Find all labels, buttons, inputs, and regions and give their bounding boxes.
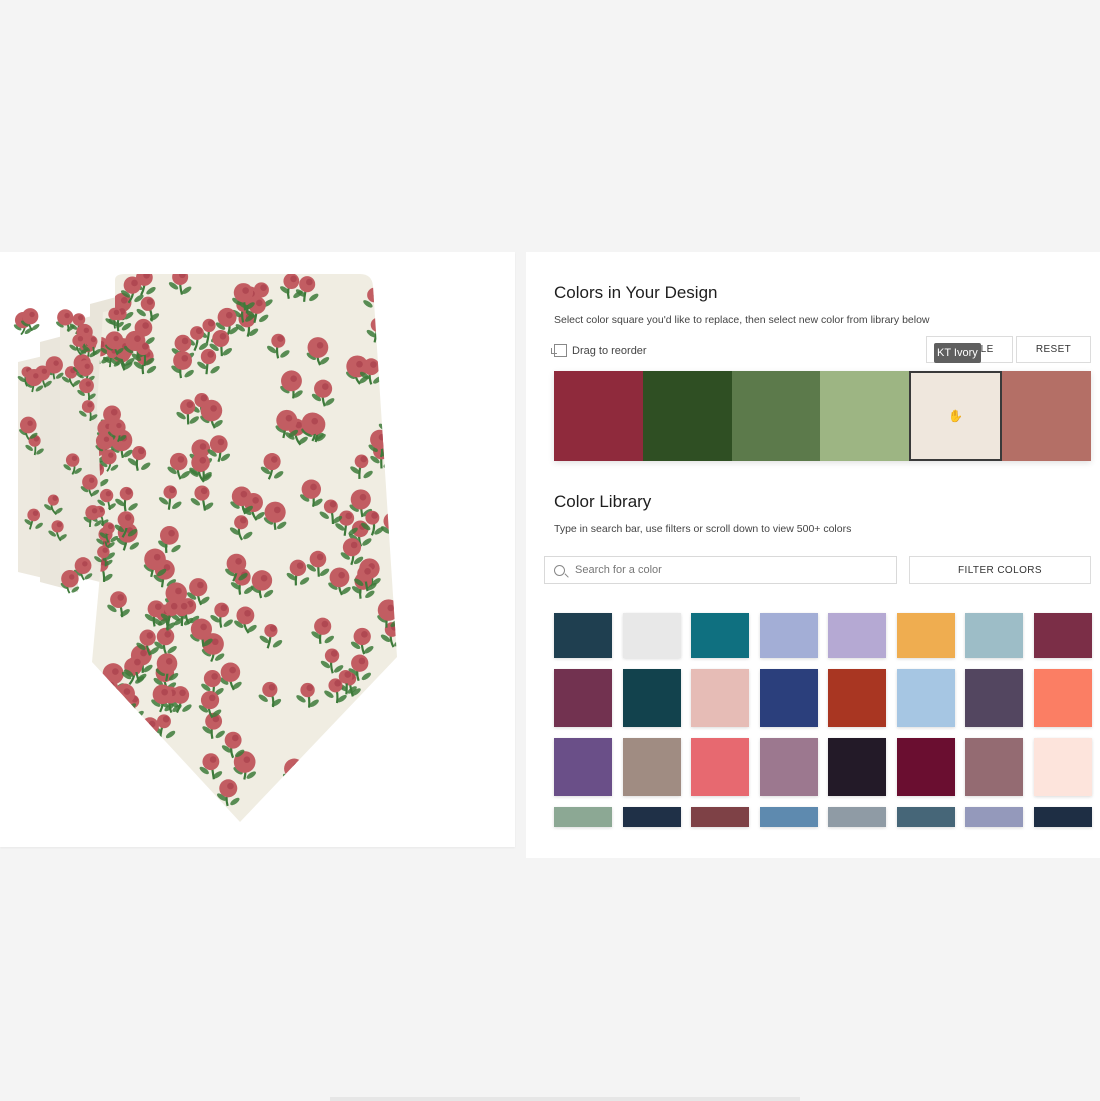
- design-colors-title: Colors in Your Design: [554, 283, 718, 302]
- design-color-swatch[interactable]: ✋: [909, 371, 1003, 461]
- library-color-swatch[interactable]: [828, 807, 886, 827]
- hand-cursor-icon: ✋: [948, 409, 964, 423]
- color-search-box[interactable]: [544, 556, 897, 584]
- library-color-swatch[interactable]: [759, 613, 818, 658]
- library-color-swatch[interactable]: [759, 669, 818, 727]
- library-color-swatch[interactable]: [622, 807, 681, 827]
- bottom-scrollbar[interactable]: [330, 1097, 800, 1101]
- design-color-swatch[interactable]: [731, 371, 821, 461]
- library-color-swatch[interactable]: [1033, 738, 1092, 796]
- reset-button[interactable]: RESET: [1016, 336, 1091, 363]
- library-color-swatch[interactable]: [896, 669, 955, 727]
- design-color-strip: ✋: [554, 371, 1091, 461]
- design-colors-subtitle: Select color square you'd like to replac…: [554, 314, 930, 326]
- library-color-swatch[interactable]: [965, 669, 1023, 727]
- library-color-swatch[interactable]: [1033, 807, 1092, 827]
- library-color-swatch[interactable]: [965, 613, 1023, 658]
- library-color-swatch[interactable]: [691, 738, 749, 796]
- library-color-swatch[interactable]: [622, 669, 681, 727]
- design-color-swatch[interactable]: [820, 371, 910, 461]
- library-color-swatch[interactable]: [896, 807, 955, 827]
- design-color-swatch[interactable]: [554, 371, 643, 461]
- library-color-swatch[interactable]: [759, 807, 818, 827]
- library-color-swatch[interactable]: [828, 613, 886, 658]
- library-color-swatch[interactable]: [896, 738, 955, 796]
- color-tooltip: KT Ivory: [934, 343, 981, 363]
- filter-colors-button[interactable]: FILTER COLORS: [909, 556, 1091, 584]
- color-search-input[interactable]: [573, 563, 877, 577]
- library-color-swatch[interactable]: [896, 613, 955, 658]
- library-color-swatch[interactable]: [554, 613, 612, 658]
- design-color-swatch[interactable]: [642, 371, 732, 461]
- color-library-title: Color Library: [554, 492, 652, 511]
- library-color-swatch[interactable]: [828, 669, 886, 727]
- drag-hint-label: Drag to reorder: [572, 344, 647, 357]
- library-color-swatch[interactable]: [1033, 613, 1092, 658]
- drag-icon: [551, 344, 567, 357]
- color-library-grid: [554, 613, 1094, 828]
- library-color-swatch[interactable]: [965, 738, 1023, 796]
- library-color-swatch[interactable]: [554, 807, 612, 827]
- search-icon: [554, 564, 565, 576]
- color-library-subtitle: Type in search bar, use filters or scrol…: [554, 523, 852, 535]
- library-color-swatch[interactable]: [965, 807, 1023, 827]
- tie-preview-image: [13, 274, 397, 822]
- library-color-swatch[interactable]: [554, 669, 612, 727]
- library-color-swatch[interactable]: [554, 738, 612, 796]
- product-preview: [0, 252, 515, 847]
- drag-to-reorder: Drag to reorder: [551, 344, 647, 357]
- library-color-swatch[interactable]: [691, 669, 749, 727]
- library-color-swatch[interactable]: [691, 613, 749, 658]
- library-color-swatch[interactable]: [622, 738, 681, 796]
- color-editor-panel: Colors in Your Design Select color squar…: [526, 252, 1100, 858]
- library-color-swatch[interactable]: [1033, 669, 1092, 727]
- design-color-swatch[interactable]: [1002, 371, 1091, 461]
- library-color-swatch[interactable]: [828, 738, 886, 796]
- library-color-swatch[interactable]: [759, 738, 818, 796]
- library-color-swatch[interactable]: [691, 807, 749, 827]
- library-color-swatch[interactable]: [622, 613, 681, 658]
